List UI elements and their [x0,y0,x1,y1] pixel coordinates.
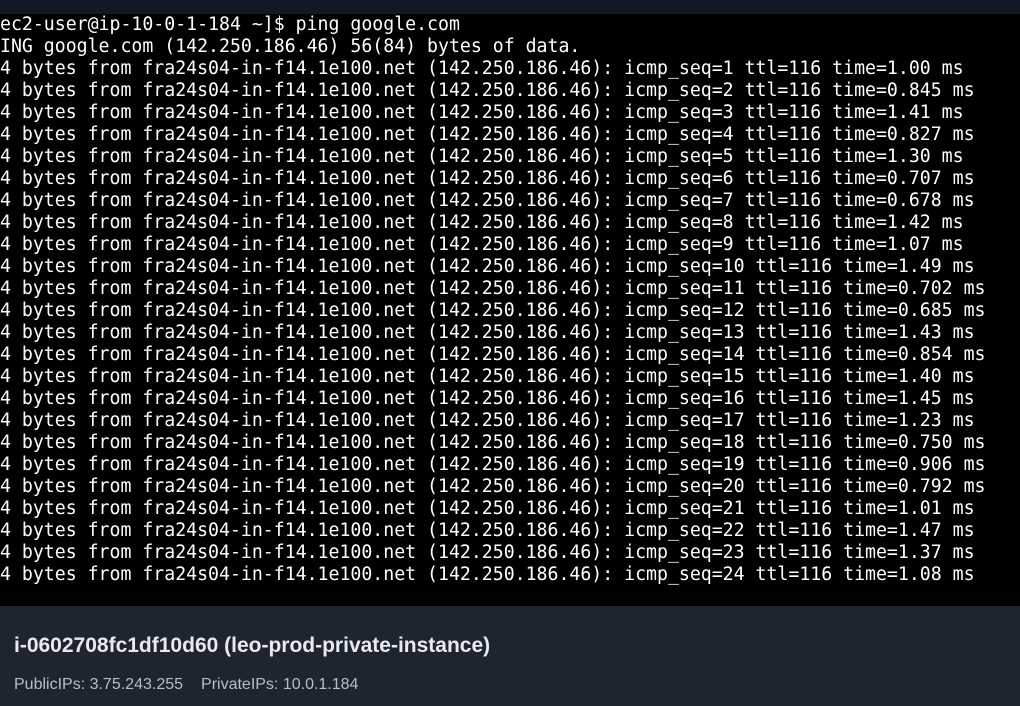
terminal-line: 4 bytes from fra24s04-in-f14.1e100.net (… [0,564,975,585]
terminal-line: 4 bytes from fra24s04-in-f14.1e100.net (… [0,300,986,321]
terminal-line: 4 bytes from fra24s04-in-f14.1e100.net (… [0,344,986,365]
terminal-line: 4 bytes from fra24s04-in-f14.1e100.net (… [0,124,975,145]
instance-ips: PublicIPs: 3.75.243.255 PrivateIPs: 10.0.… [14,676,358,694]
terminal-prompt-line: ec2-user@ip-10-0-1-184 ~]$ ping google.c… [0,14,460,35]
terminal-line: 4 bytes from fra24s04-in-f14.1e100.net (… [0,256,975,277]
terminal-line: 4 bytes from fra24s04-in-f14.1e100.net (… [0,476,986,497]
terminal-line: 4 bytes from fra24s04-in-f14.1e100.net (… [0,190,975,211]
terminal-line: 4 bytes from fra24s04-in-f14.1e100.net (… [0,410,975,431]
instance-title: i-0602708fc1df10d60 (leo-prod-private-in… [14,634,491,657]
terminal-line: 4 bytes from fra24s04-in-f14.1e100.net (… [0,212,964,233]
terminal-line: 4 bytes from fra24s04-in-f14.1e100.net (… [0,322,975,343]
terminal-line: 4 bytes from fra24s04-in-f14.1e100.net (… [0,366,975,387]
terminal-line: 4 bytes from fra24s04-in-f14.1e100.net (… [0,542,975,563]
terminal-line: 4 bytes from fra24s04-in-f14.1e100.net (… [0,102,964,123]
terminal-line: 4 bytes from fra24s04-in-f14.1e100.net (… [0,80,975,101]
terminal-output[interactable]: ec2-user@ip-10-0-1-184 ~]$ ping google.c… [0,14,1020,606]
terminal-line: 4 bytes from fra24s04-in-f14.1e100.net (… [0,432,986,453]
terminal-line: 4 bytes from fra24s04-in-f14.1e100.net (… [0,498,975,519]
terminal-line: 4 bytes from fra24s04-in-f14.1e100.net (… [0,278,986,299]
top-bar [0,0,1020,14]
terminal-line: 4 bytes from fra24s04-in-f14.1e100.net (… [0,454,986,475]
terminal-line: 4 bytes from fra24s04-in-f14.1e100.net (… [0,520,975,541]
terminal-line: 4 bytes from fra24s04-in-f14.1e100.net (… [0,234,964,255]
private-ips: PrivateIPs: 10.0.1.184 [201,676,359,693]
public-ips: PublicIPs: 3.75.243.255 [14,676,184,693]
terminal-line: 4 bytes from fra24s04-in-f14.1e100.net (… [0,58,964,79]
terminal-line: ING google.com (142.250.186.46) 56(84) b… [0,36,581,57]
terminal-line: 4 bytes from fra24s04-in-f14.1e100.net (… [0,168,975,189]
terminal-line: 4 bytes from fra24s04-in-f14.1e100.net (… [0,388,975,409]
terminal-line: 4 bytes from fra24s04-in-f14.1e100.net (… [0,146,964,167]
